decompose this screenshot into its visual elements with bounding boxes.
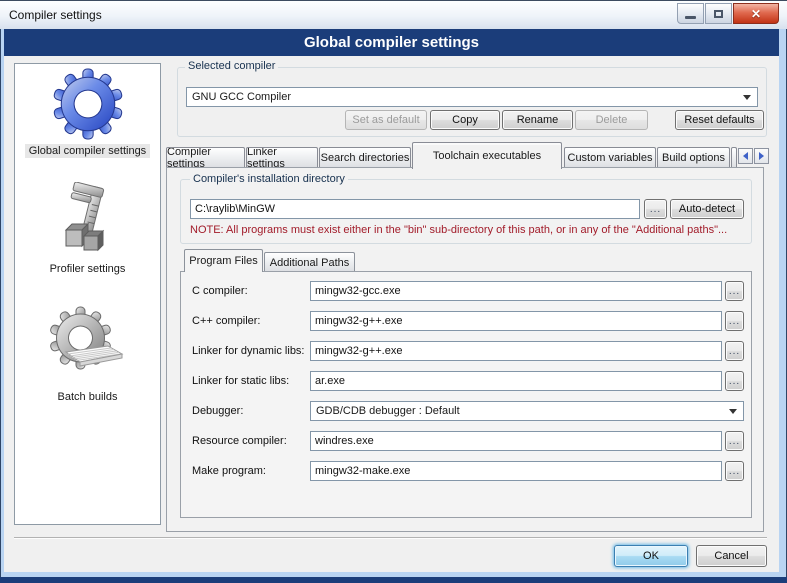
window-title: Compiler settings — [9, 8, 102, 22]
resource-compiler-label: Resource compiler: — [192, 435, 287, 447]
window-bottom-border — [0, 577, 787, 583]
subtab-label: Program Files — [189, 255, 257, 267]
delete-button[interactable]: Delete — [575, 110, 648, 130]
set-as-default-button[interactable]: Set as default — [345, 110, 427, 130]
ellipsis-icon: ... — [729, 466, 740, 477]
titlebar[interactable]: Compiler settings ✕ — [0, 0, 787, 29]
installation-note: NOTE: All programs must exist either in … — [190, 224, 727, 236]
compiler-select[interactable]: GNU GCC Compiler — [186, 87, 758, 107]
reset-defaults-button[interactable]: Reset defaults — [675, 110, 764, 130]
subtab-label: Additional Paths — [270, 257, 350, 269]
chevron-down-icon — [743, 95, 751, 100]
c-compiler-browse-button[interactable]: ... — [725, 281, 744, 301]
resource-compiler-input[interactable] — [310, 431, 722, 451]
dialog-header: Global compiler settings — [4, 29, 779, 56]
ellipsis-icon: ... — [729, 376, 740, 387]
tab-search-directories[interactable]: Search directories — [319, 147, 411, 168]
auto-detect-button[interactable]: Auto-detect — [670, 199, 744, 219]
close-button[interactable]: ✕ — [733, 3, 779, 24]
settings-sidebar: Global compiler settings — [14, 63, 161, 525]
linker-dynamic-input[interactable] — [310, 341, 722, 361]
tab-label: Compiler settings — [167, 147, 244, 168]
tab-scroll-right-button[interactable] — [754, 148, 769, 164]
cancel-button[interactable]: Cancel — [696, 545, 767, 567]
compiler-settings-window: Compiler settings ✕ Global compiler sett… — [0, 0, 787, 583]
caliper-icon — [52, 182, 124, 258]
tab-toolchain-executables[interactable]: Toolchain executables — [412, 142, 562, 169]
selected-compiler-legend: Selected compiler — [185, 60, 278, 72]
ok-button[interactable]: OK — [614, 545, 688, 567]
tab-build-options[interactable]: Build options — [657, 147, 730, 168]
minimize-icon — [685, 16, 696, 19]
maximize-button[interactable] — [705, 3, 732, 24]
resource-compiler-browse-button[interactable]: ... — [725, 431, 744, 451]
linker-static-browse-button[interactable]: ... — [725, 371, 744, 391]
close-icon: ✕ — [751, 7, 761, 21]
linker-dynamic-browse-button[interactable]: ... — [725, 341, 744, 361]
subtab-program-files[interactable]: Program Files — [184, 249, 263, 272]
chevron-down-icon — [729, 409, 737, 414]
tab-label: Build options — [662, 152, 725, 164]
c-compiler-input[interactable] — [310, 281, 722, 301]
make-program-browse-button[interactable]: ... — [725, 461, 744, 481]
compiler-select-value: GNU GCC Compiler — [192, 91, 291, 103]
copy-button[interactable]: Copy — [430, 110, 500, 130]
tab-linker-settings[interactable]: Linker settings — [246, 147, 318, 168]
rename-button[interactable]: Rename — [502, 110, 573, 130]
arrow-left-icon — [743, 152, 748, 160]
arrow-right-icon — [759, 152, 764, 160]
installation-path-input[interactable] — [190, 199, 640, 219]
ellipsis-icon: ... — [729, 286, 740, 297]
tab-compiler-settings[interactable]: Compiler settings — [166, 147, 245, 168]
sidebar-item-label: Batch builds — [54, 390, 122, 404]
sidebar-item-profiler-settings[interactable]: Profiler settings — [15, 182, 160, 276]
cpp-compiler-label: C++ compiler: — [192, 315, 260, 327]
sidebar-item-batch-builds[interactable]: Batch builds — [15, 306, 160, 404]
tab-label: Custom variables — [568, 152, 653, 164]
tab-scroll-left-button[interactable] — [738, 148, 753, 164]
ellipsis-icon: ... — [729, 436, 740, 447]
sidebar-item-global-compiler-settings[interactable]: Global compiler settings — [15, 68, 160, 158]
tab-custom-variables[interactable]: Custom variables — [564, 147, 656, 168]
make-program-label: Make program: — [192, 465, 266, 477]
debugger-select[interactable]: GDB/CDB debugger : Default — [310, 401, 744, 421]
minimize-button[interactable] — [677, 3, 704, 24]
page-title: Global compiler settings — [304, 34, 479, 51]
debugger-select-value: GDB/CDB debugger : Default — [316, 405, 460, 417]
maximize-icon — [714, 10, 723, 18]
ellipsis-icon: ... — [650, 204, 661, 215]
ellipsis-icon: ... — [729, 316, 740, 327]
linker-static-label: Linker for static libs: — [192, 375, 289, 387]
blue-gear-icon — [52, 68, 124, 140]
cpp-compiler-input[interactable] — [310, 311, 722, 331]
tab-partial[interactable] — [731, 147, 737, 168]
linker-static-input[interactable] — [310, 371, 722, 391]
footer-divider — [14, 537, 767, 539]
subtab-additional-paths[interactable]: Additional Paths — [264, 252, 355, 272]
installation-browse-button[interactable]: ... — [644, 199, 667, 219]
cpp-compiler-browse-button[interactable]: ... — [725, 311, 744, 331]
tab-label: Search directories — [321, 152, 410, 164]
tab-label: Toolchain executables — [433, 150, 541, 162]
installation-directory-legend: Compiler's installation directory — [190, 173, 348, 185]
c-compiler-label: C compiler: — [192, 285, 248, 297]
client-area: Global compiler settings — [4, 56, 779, 572]
gray-gear-papers-icon — [50, 306, 126, 386]
ellipsis-icon: ... — [729, 346, 740, 357]
linker-dynamic-label: Linker for dynamic libs: — [192, 345, 305, 357]
sidebar-item-label: Profiler settings — [46, 262, 130, 276]
sidebar-item-label: Global compiler settings — [25, 144, 150, 158]
tab-label: Linker settings — [247, 147, 317, 168]
make-program-input[interactable] — [310, 461, 722, 481]
debugger-label: Debugger: — [192, 405, 243, 417]
